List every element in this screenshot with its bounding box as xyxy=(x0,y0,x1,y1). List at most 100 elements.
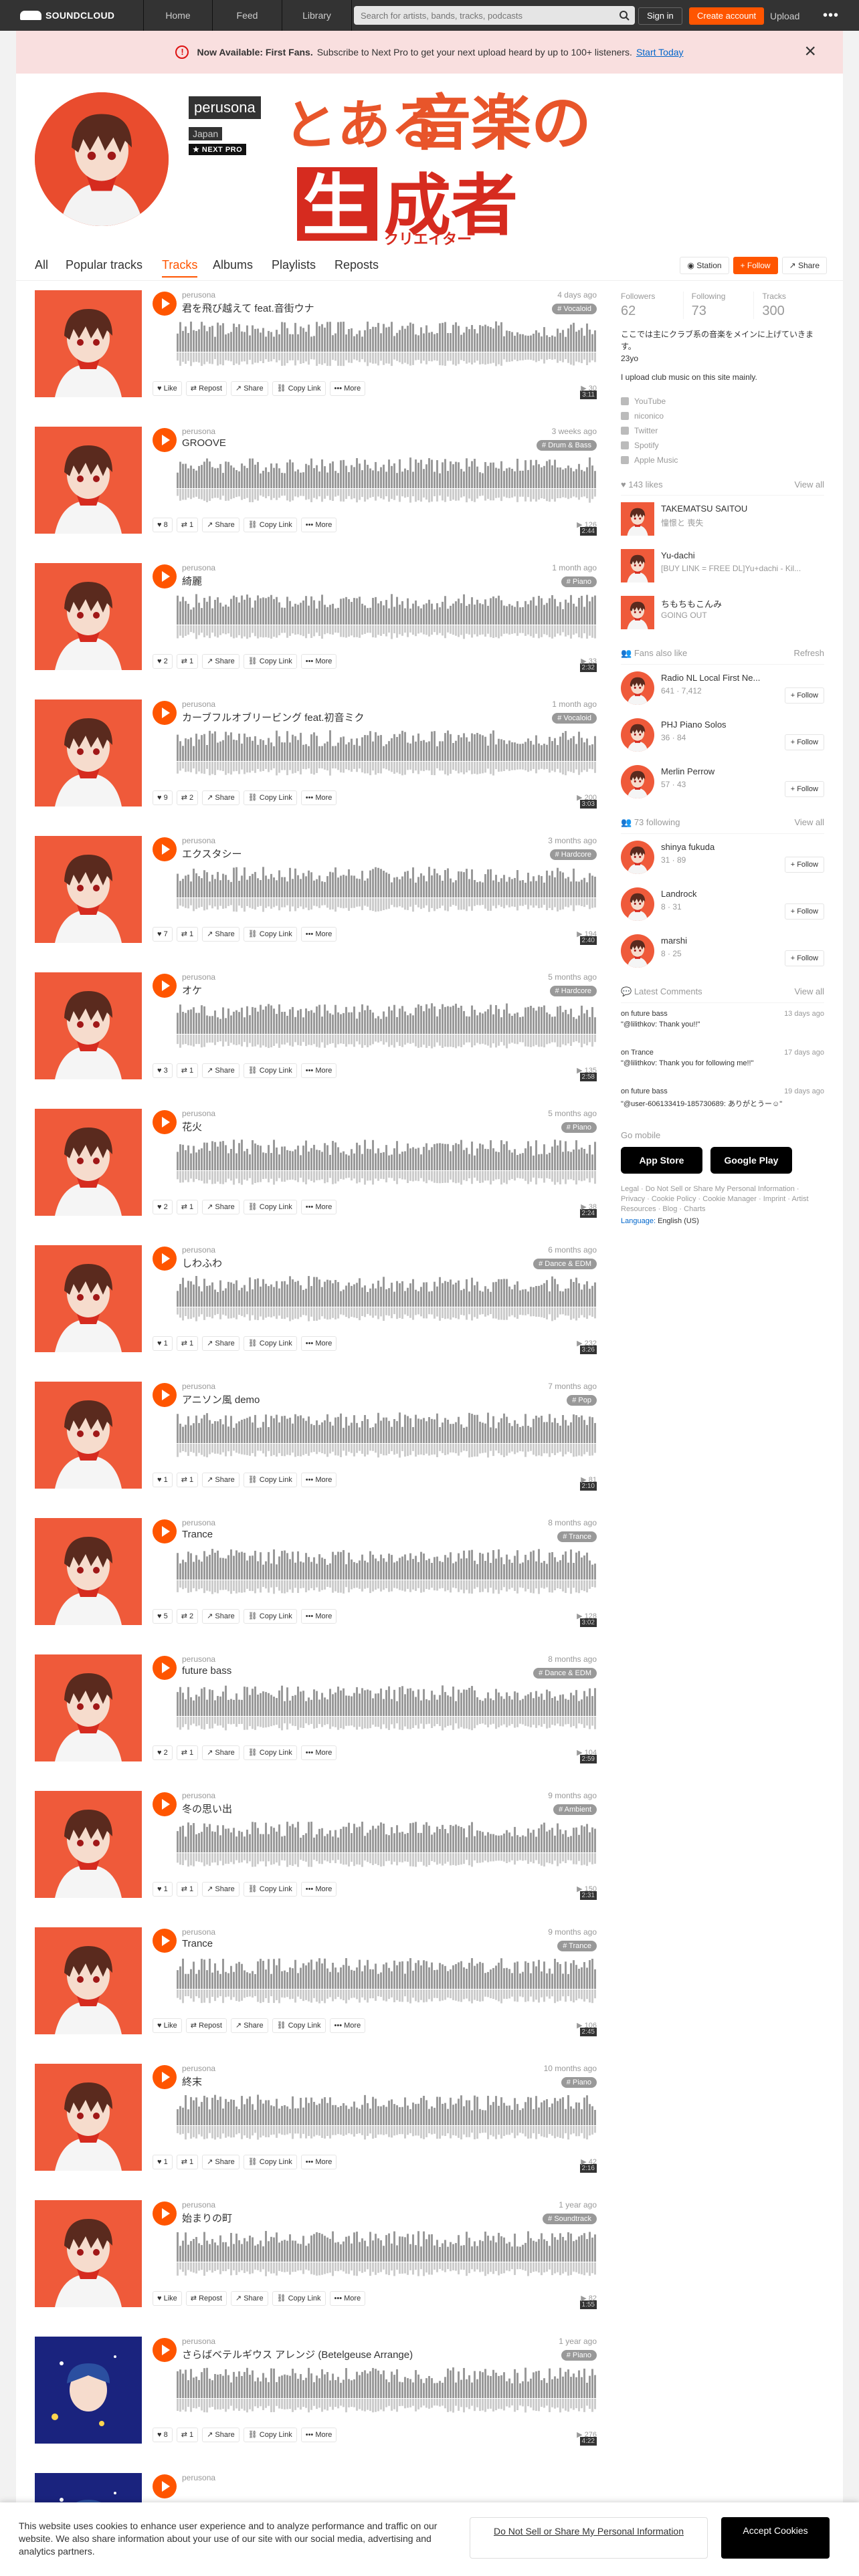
track-artwork[interactable] xyxy=(35,2337,142,2444)
repost-button[interactable]: ⇄ 1 xyxy=(176,654,199,669)
play-button[interactable] xyxy=(153,1247,177,1271)
link-spotify[interactable]: Spotify xyxy=(621,438,824,453)
follow-button[interactable]: + Follow xyxy=(784,950,824,966)
track-uploader[interactable]: perusona xyxy=(182,1654,215,1664)
share-button[interactable]: ↗ Share xyxy=(202,1609,240,1624)
track-uploader[interactable]: perusona xyxy=(182,972,215,982)
play-button[interactable] xyxy=(153,1110,177,1134)
copy-link-button[interactable]: ⛓ Copy Link xyxy=(243,1609,297,1624)
more-button[interactable]: ••• More xyxy=(300,518,337,532)
more-button[interactable]: ••• More xyxy=(300,1609,337,1624)
track-artwork[interactable] xyxy=(35,1927,142,2034)
waveform-container[interactable]: 2:16 xyxy=(177,2092,597,2173)
repost-button[interactable]: ⇄ Repost xyxy=(185,381,227,396)
repost-button[interactable]: ⇄ Repost xyxy=(185,2291,227,2306)
play-button[interactable] xyxy=(153,701,177,725)
like-button[interactable]: ♥ 8 xyxy=(153,518,173,532)
track-title[interactable]: 始まりの町 xyxy=(182,2211,232,2225)
play-button[interactable] xyxy=(153,428,177,452)
more-menu-icon[interactable]: ••• xyxy=(823,9,839,22)
waveform-container[interactable]: 2:44 xyxy=(177,455,597,536)
track-title[interactable]: さらばベテルギウス アレンジ (Betelgeuse Arrange) xyxy=(182,2347,413,2361)
track-artwork[interactable] xyxy=(35,700,142,807)
track-genre-tag[interactable]: # Soundtrack xyxy=(543,2214,597,2224)
following-name[interactable]: Landrock xyxy=(661,889,781,899)
tab-all[interactable]: All xyxy=(35,258,48,272)
like-button[interactable]: ♥ 8 xyxy=(153,2428,173,2442)
nav-library[interactable]: Library xyxy=(282,0,352,31)
repost-button[interactable]: ⇄ 1 xyxy=(176,2155,199,2169)
nav-feed[interactable]: Feed xyxy=(213,0,282,31)
more-button[interactable]: ••• More xyxy=(300,1882,337,1897)
like-button[interactable]: ♥ 1 xyxy=(153,1473,173,1487)
waveform-container[interactable]: 2:58 xyxy=(177,1000,597,1081)
play-button[interactable] xyxy=(153,1929,177,1953)
copy-link-button[interactable]: ⛓ Copy Link xyxy=(243,927,297,942)
waveform[interactable] xyxy=(177,591,597,642)
tab-playlists[interactable]: Playlists xyxy=(272,258,316,272)
repost-button[interactable]: ⇄ 1 xyxy=(176,927,199,942)
comment-item[interactable]: on future bass 19 days ago "@user-60613341… xyxy=(621,1087,824,1119)
track-uploader[interactable]: perusona xyxy=(182,1382,215,1391)
repost-button[interactable]: ⇄ 1 xyxy=(176,1882,199,1897)
share-button[interactable]: ↗ Share xyxy=(202,1200,240,1214)
track-uploader[interactable]: perusona xyxy=(182,2200,215,2210)
share-button[interactable]: ↗ Share xyxy=(230,2018,268,2033)
copy-link-button[interactable]: ⛓ Copy Link xyxy=(272,381,326,396)
share-button[interactable]: ↗ Share xyxy=(202,1745,240,1760)
share-button[interactable]: ↗ Share xyxy=(202,1336,240,1351)
track-artwork[interactable] xyxy=(35,427,142,534)
track-title[interactable]: カーブフルオブリービング feat.初音ミク xyxy=(182,710,364,724)
more-button[interactable]: ••• More xyxy=(300,1745,337,1760)
waveform[interactable] xyxy=(177,318,597,369)
waveform[interactable] xyxy=(177,1546,597,1597)
copy-link-button[interactable]: ⛓ Copy Link xyxy=(243,1336,297,1351)
comment-track[interactable]: on future bass xyxy=(621,1087,668,1095)
nav-home[interactable]: Home xyxy=(143,0,213,31)
like-button[interactable]: ♥ 1 xyxy=(153,1882,173,1897)
like-button[interactable]: ♥ 1 xyxy=(153,1336,173,1351)
share-button[interactable]: ↗ Share xyxy=(202,654,240,669)
play-button[interactable] xyxy=(153,1656,177,1680)
more-button[interactable]: ••• More xyxy=(300,2155,337,2169)
likes-item[interactable]: ちもちもこんみ GOING OUT xyxy=(621,589,824,636)
track-uploader[interactable]: perusona xyxy=(182,836,215,845)
repost-button[interactable]: ⇄ 1 xyxy=(176,1473,199,1487)
copy-link-button[interactable]: ⛓ Copy Link xyxy=(243,1473,297,1487)
track-artwork[interactable] xyxy=(35,2200,142,2307)
play-button[interactable] xyxy=(153,974,177,998)
track-title[interactable]: Trance xyxy=(182,1529,213,1540)
fans-name[interactable]: Merlin Perrow xyxy=(661,766,781,776)
google-play-badge[interactable]: Google Play xyxy=(710,1147,792,1174)
track-genre-tag[interactable]: # Hardcore xyxy=(549,849,597,860)
track-artwork[interactable] xyxy=(35,290,142,397)
waveform[interactable] xyxy=(177,2092,597,2143)
copy-link-button[interactable]: ⛓ Copy Link xyxy=(243,1063,297,1078)
track-uploader[interactable]: perusona xyxy=(182,290,215,300)
track-uploader[interactable]: perusona xyxy=(182,563,215,572)
play-button[interactable] xyxy=(153,2474,177,2498)
waveform-container[interactable]: 2:59 xyxy=(177,1683,597,1763)
fans-item[interactable]: Merlin Perrow 57 · 43 + Follow xyxy=(621,758,824,805)
copy-link-button[interactable]: ⛓ Copy Link xyxy=(243,2155,297,2169)
close-icon[interactable]: × xyxy=(804,41,816,62)
more-button[interactable]: ••• More xyxy=(300,1336,337,1351)
following-item[interactable]: Landrock 8 · 31 + Follow xyxy=(621,881,824,928)
waveform[interactable] xyxy=(177,2365,597,2416)
app-store-badge[interactable]: App Store xyxy=(621,1147,702,1174)
follow-button[interactable]: + Follow xyxy=(784,903,824,920)
language-selector[interactable]: Language: English (US) xyxy=(621,1217,824,1225)
waveform[interactable] xyxy=(177,728,597,778)
like-button[interactable]: ♥ 9 xyxy=(153,790,173,805)
repost-button[interactable]: ⇄ 1 xyxy=(176,1200,199,1214)
track-artwork[interactable] xyxy=(35,2064,142,2171)
more-button[interactable]: ••• More xyxy=(300,654,337,669)
waveform-container[interactable]: 2:31 xyxy=(177,1819,597,1900)
fans-item[interactable]: PHJ Piano Solos 36 · 84 + Follow xyxy=(621,712,824,758)
track-artwork[interactable] xyxy=(35,836,142,943)
copy-link-button[interactable]: ⛓ Copy Link xyxy=(243,2428,297,2442)
waveform-container[interactable]: 2:32 xyxy=(177,591,597,672)
track-genre-tag[interactable]: # Piano xyxy=(561,2350,597,2361)
waveform[interactable] xyxy=(177,1819,597,1870)
like-button[interactable]: ♥ Like xyxy=(153,2018,182,2033)
